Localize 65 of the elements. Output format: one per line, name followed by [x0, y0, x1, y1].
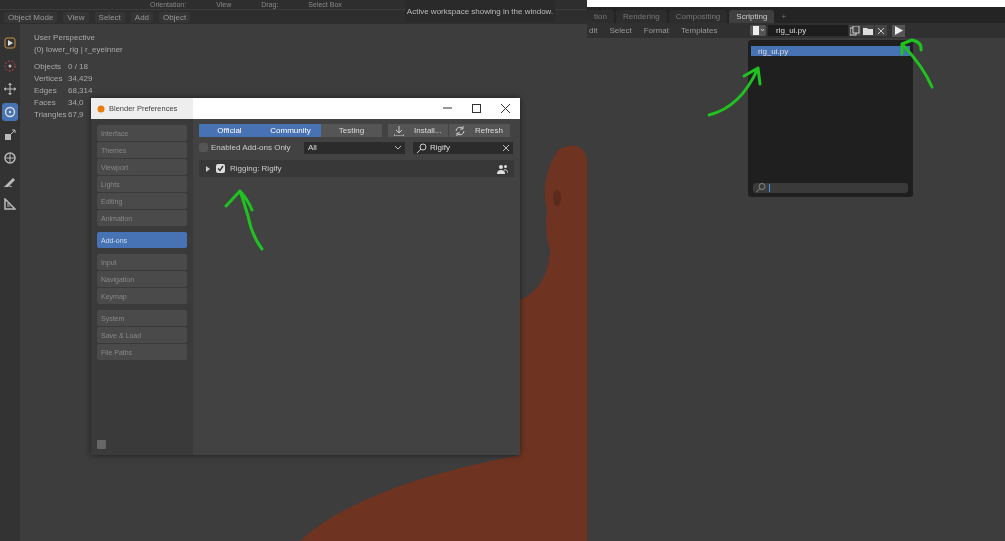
cursor-tool-icon[interactable]: [4, 60, 16, 72]
dropdown-item[interactable]: rig_ui.py: [751, 46, 910, 56]
stat-value: 0 / 18: [68, 62, 89, 71]
tooltip: Active workspace showing in the window.: [405, 0, 555, 22]
category-dropdown[interactable]: All: [304, 141, 405, 154]
scale-tool-icon[interactable]: [4, 129, 16, 141]
checkbox[interactable]: [216, 164, 225, 173]
text-name-field[interactable]: rig_ui.py: [768, 25, 848, 36]
download-icon: [394, 125, 404, 136]
stat-value: 34,429: [68, 74, 94, 83]
stat-value: 67,9: [68, 110, 85, 119]
search-field[interactable]: [753, 183, 908, 193]
text-browse-button[interactable]: [750, 25, 766, 36]
stat-label: Faces: [34, 98, 57, 107]
chevron-down-icon: [395, 145, 401, 150]
menu-item[interactable]: Object: [159, 11, 191, 23]
stat-value: 34,0: [68, 98, 85, 107]
pencil-icon[interactable]: [4, 175, 16, 187]
filter-tab[interactable]: Official: [199, 124, 260, 137]
move-tool-icon[interactable]: [4, 83, 16, 95]
folder-icon[interactable]: [863, 25, 873, 36]
menu-item[interactable]: dit: [589, 26, 598, 35]
refresh-icon: [455, 125, 465, 136]
search-icon: [756, 183, 766, 193]
close-icon: [501, 104, 510, 113]
menu-item[interactable]: Select: [94, 11, 125, 23]
stat-label: Triangles: [34, 110, 68, 119]
stat-label: Vertices: [34, 74, 64, 83]
search-field[interactable]: Rigify: [413, 141, 513, 154]
search-icon: [417, 142, 427, 153]
addon-row[interactable]: Rigging: Rigify: [199, 160, 514, 177]
select-tool-icon[interactable]: [4, 37, 16, 49]
menu-item[interactable]: Select: [609, 26, 632, 35]
clear-icon[interactable]: [503, 144, 509, 151]
add-tab-button[interactable]: +: [776, 11, 792, 21]
view-label: User Perspective: [34, 33, 96, 42]
stat-value: 68,314: [68, 86, 94, 95]
workspace-tab[interactable]: Scripting: [729, 9, 775, 23]
workspace-tab[interactable]: Rendering: [615, 9, 667, 23]
refresh-button[interactable]: Refresh: [449, 124, 510, 137]
transform-tool-icon[interactable]: [4, 152, 16, 164]
menu-item[interactable]: View: [63, 11, 89, 23]
menu-item[interactable]: Format: [643, 26, 670, 35]
stat-label: Edges: [34, 86, 58, 95]
rotate-tool-icon[interactable]: [4, 106, 16, 118]
copy-icon[interactable]: [850, 25, 860, 36]
addon-name: Rigging: Rigify: [230, 164, 282, 173]
workspace-tab[interactable]: Compositing: [668, 9, 728, 23]
stat-label: Objects: [34, 62, 63, 71]
workspace-tab[interactable]: tion: [587, 9, 614, 23]
close-icon[interactable]: [876, 25, 886, 36]
ruler-icon[interactable]: [4, 198, 16, 210]
menu-item[interactable]: Templates: [681, 26, 718, 35]
install-button[interactable]: Install...: [388, 124, 448, 137]
object-label: (0) lower_rig | r_eyeinner: [34, 45, 123, 54]
users-icon: [497, 163, 508, 174]
checkbox-label: Enabled Add-ons Only: [211, 143, 291, 152]
filter-tab[interactable]: Testing: [321, 124, 382, 137]
mode-dropdown[interactable]: Object Mode: [4, 11, 58, 23]
menu-item[interactable]: Add: [130, 11, 154, 23]
app-logo-icon: [97, 104, 105, 113]
filter-tab[interactable]: Community: [260, 124, 321, 137]
run-script-button[interactable]: [892, 24, 905, 37]
maximize-icon: [472, 104, 481, 113]
expand-icon[interactable]: [205, 165, 211, 172]
